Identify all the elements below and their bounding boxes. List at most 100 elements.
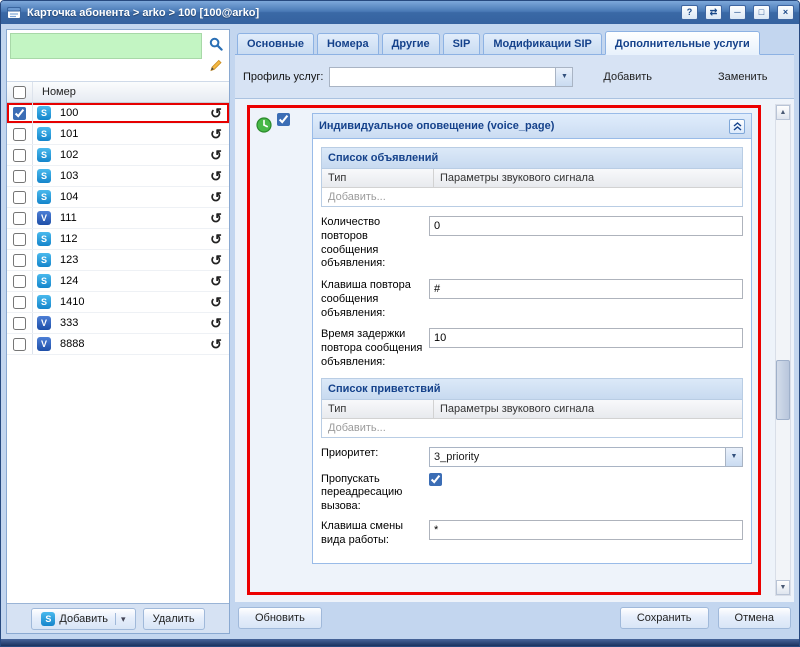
tab[interactable]: SIP bbox=[443, 33, 481, 55]
subscriber-checkbox[interactable] bbox=[13, 191, 26, 204]
subscriber-checkbox[interactable] bbox=[13, 212, 26, 225]
detach-button[interactable]: ⇄ bbox=[705, 5, 722, 20]
greetings-title: Список приветствий bbox=[322, 379, 742, 400]
tab[interactable]: Основные bbox=[237, 33, 314, 55]
subscriber-checkbox[interactable] bbox=[13, 170, 26, 183]
subscriber-row[interactable]: S 103 bbox=[7, 166, 229, 187]
history-icon[interactable] bbox=[203, 211, 229, 226]
subscriber-checkbox[interactable] bbox=[13, 296, 26, 309]
close-button[interactable]: × bbox=[777, 5, 794, 20]
subscriber-checkbox[interactable] bbox=[13, 149, 26, 162]
repeat-key-label: Клавиша повтора сообщения объявления: bbox=[321, 279, 429, 320]
tab[interactable]: Другие bbox=[382, 33, 440, 55]
sip-badge-icon: S bbox=[41, 612, 55, 626]
search-icons bbox=[206, 33, 226, 78]
history-icon[interactable] bbox=[203, 232, 229, 247]
annotation-panel-highlight: Индивидуальное оповещение (voice_page) bbox=[247, 105, 761, 595]
subscriber-number: 100 bbox=[55, 107, 203, 119]
subscriber-row[interactable]: S 101 bbox=[7, 124, 229, 145]
collapse-icon[interactable] bbox=[729, 119, 745, 134]
refresh-button[interactable]: Обновить bbox=[238, 607, 322, 629]
priority-combo[interactable]: 3_priority bbox=[429, 447, 743, 467]
subscriber-checkbox[interactable] bbox=[13, 233, 26, 246]
history-icon[interactable] bbox=[203, 316, 229, 331]
subscriber-row[interactable]: S 112 bbox=[7, 229, 229, 250]
history-icon[interactable] bbox=[203, 127, 229, 142]
column-type[interactable]: Тип bbox=[322, 169, 434, 187]
history-icon[interactable] bbox=[203, 106, 229, 121]
add-subscriber-button[interactable]: S Добавить bbox=[31, 608, 135, 630]
greetings-section: Список приветствий Тип Параметры звуково… bbox=[321, 378, 743, 438]
subscriber-checkbox[interactable] bbox=[13, 254, 26, 267]
column-params[interactable]: Параметры звукового сигнала bbox=[434, 400, 742, 418]
column-params[interactable]: Параметры звукового сигнала bbox=[434, 169, 742, 187]
profile-replace-button[interactable]: Заменить bbox=[712, 67, 773, 87]
subscriber-row[interactable]: S 123 bbox=[7, 250, 229, 271]
subscriber-row[interactable]: S 1410 bbox=[7, 292, 229, 313]
subscriber-checkbox[interactable] bbox=[13, 338, 26, 351]
subscriber-type-icon: S bbox=[37, 232, 51, 246]
subscriber-search-input[interactable] bbox=[10, 33, 202, 59]
subscriber-row[interactable]: S 102 bbox=[7, 145, 229, 166]
subscriber-checkbox[interactable] bbox=[13, 275, 26, 288]
history-icon[interactable] bbox=[203, 148, 229, 163]
voice-page-header[interactable]: Индивидуальное оповещение (voice_page) bbox=[313, 114, 751, 139]
scroll-down-icon[interactable] bbox=[776, 580, 790, 595]
subscriber-number: 102 bbox=[55, 149, 203, 161]
history-icon[interactable] bbox=[203, 190, 229, 205]
subscriber-checkbox[interactable] bbox=[13, 107, 26, 120]
greetings-add-row[interactable]: Добавить... bbox=[322, 419, 742, 437]
subscriber-row[interactable]: S 104 bbox=[7, 187, 229, 208]
add-subscriber-dropdown[interactable] bbox=[115, 613, 126, 625]
minimize-button[interactable]: ─ bbox=[729, 5, 746, 20]
work-mode-key-input[interactable] bbox=[429, 520, 743, 540]
subscriber-type-icon: S bbox=[37, 253, 51, 267]
subscriber-checkbox[interactable] bbox=[13, 317, 26, 330]
history-icon[interactable] bbox=[203, 295, 229, 310]
subscriber-list-footer: S Добавить Удалить bbox=[7, 603, 229, 633]
search-icon[interactable] bbox=[208, 36, 224, 52]
cancel-button[interactable]: Отмена bbox=[718, 607, 791, 629]
save-button[interactable]: Сохранить bbox=[620, 607, 709, 629]
maximize-button[interactable]: □ bbox=[753, 5, 770, 20]
tab[interactable]: Номера bbox=[317, 33, 379, 55]
combo-dropdown-icon[interactable] bbox=[555, 68, 572, 86]
subscriber-row[interactable]: V 111 bbox=[7, 208, 229, 229]
skip-forwarding-checkbox[interactable] bbox=[429, 473, 442, 486]
subscriber-checkbox[interactable] bbox=[13, 128, 26, 141]
tab[interactable]: Модификации SIP bbox=[483, 33, 602, 55]
subscriber-row[interactable]: V 333 bbox=[7, 313, 229, 334]
vertical-scrollbar[interactable] bbox=[775, 104, 791, 596]
priority-row: Приоритет: 3_priority bbox=[321, 447, 743, 467]
edit-pencil-icon[interactable] bbox=[208, 57, 224, 73]
announcements-title: Список объявлений bbox=[322, 148, 742, 169]
select-all-checkbox[interactable] bbox=[13, 86, 26, 99]
scroll-up-icon[interactable] bbox=[776, 105, 790, 120]
history-icon[interactable] bbox=[203, 169, 229, 184]
repeat-count-input[interactable] bbox=[429, 216, 743, 236]
subscriber-type-cell: S bbox=[33, 253, 55, 267]
tab[interactable]: Дополнительные услуги bbox=[605, 31, 760, 55]
service-profile-label: Профиль услуг: bbox=[243, 71, 323, 83]
subscriber-row[interactable]: V 8888 bbox=[7, 334, 229, 355]
combo-dropdown-icon[interactable] bbox=[725, 448, 742, 466]
help-button[interactable]: ? bbox=[681, 5, 698, 20]
history-icon[interactable] bbox=[203, 337, 229, 352]
delete-subscriber-button[interactable]: Удалить bbox=[143, 608, 205, 630]
subscriber-row[interactable]: S 100 bbox=[7, 103, 229, 124]
scrollbar-thumb[interactable] bbox=[776, 360, 790, 420]
priority-combo-value: 3_priority bbox=[430, 448, 725, 466]
history-icon[interactable] bbox=[203, 253, 229, 268]
subscriber-type-icon: S bbox=[37, 295, 51, 309]
column-type[interactable]: Тип bbox=[322, 400, 434, 418]
repeat-key-input[interactable] bbox=[429, 279, 743, 299]
subscriber-number: 101 bbox=[55, 128, 203, 140]
history-icon[interactable] bbox=[203, 274, 229, 289]
repeat-delay-input[interactable] bbox=[429, 328, 743, 348]
profile-add-button[interactable]: Добавить bbox=[597, 67, 658, 87]
subscriber-row[interactable]: S 124 bbox=[7, 271, 229, 292]
service-enable-checkbox[interactable] bbox=[277, 113, 290, 126]
subscriber-type-cell: S bbox=[33, 169, 55, 183]
announcements-add-row[interactable]: Добавить... bbox=[322, 188, 742, 206]
service-profile-combo[interactable] bbox=[329, 67, 573, 87]
